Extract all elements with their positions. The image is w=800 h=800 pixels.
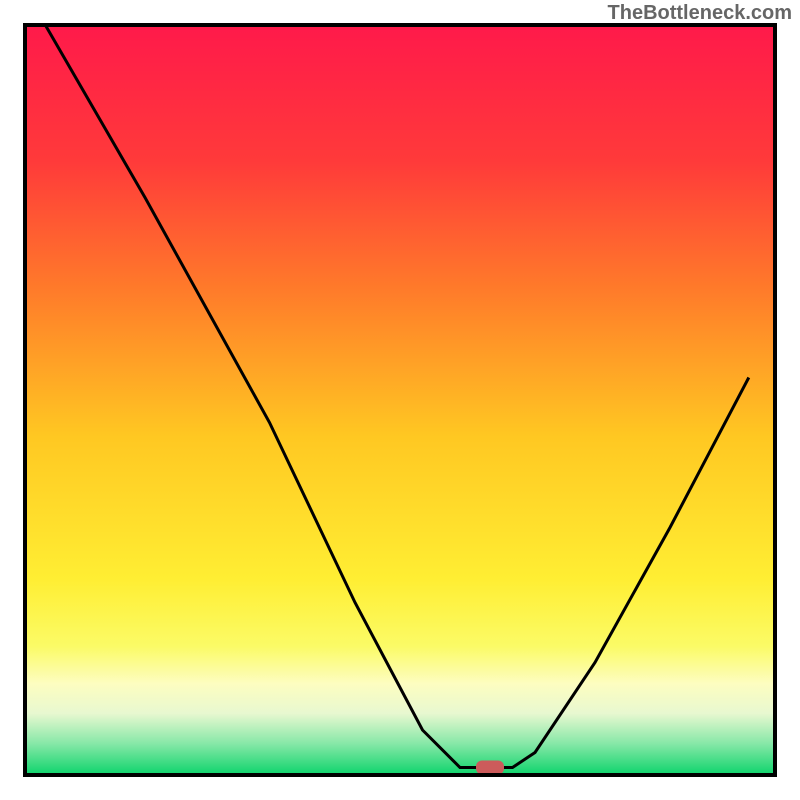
- bottleneck-chart: [0, 0, 800, 800]
- chart-background: [27, 27, 773, 773]
- watermark-text: TheBottleneck.com: [608, 2, 792, 25]
- optimal-marker: [476, 761, 504, 775]
